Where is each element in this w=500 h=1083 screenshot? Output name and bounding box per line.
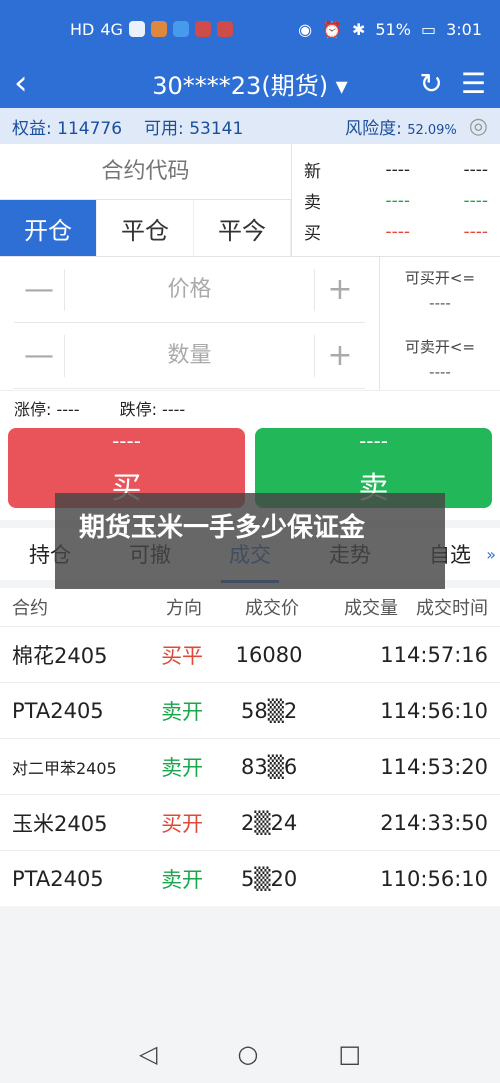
tab-close-today[interactable]: 平今 [194,200,291,256]
steppers: — 价格 + — 数量 + [0,257,380,390]
alarm-icon: ⏰ [322,19,342,39]
price-input[interactable]: 价格 [64,268,315,311]
app-notification-icon [128,21,145,37]
table-row[interactable]: 棉花2405 买平 16080 1 14:57:16 [0,626,500,682]
app-notification-icon [194,21,211,37]
app-notification-icon [150,21,167,37]
battery-icon: ▭ [420,19,437,39]
order-top: 开仓 平仓 平今 新 ---- ---- 卖 ---- ---- 买 ---- … [0,144,500,256]
contract-code-field[interactable] [0,144,291,200]
app-notification-icon [172,21,189,37]
table-row[interactable]: 玉米2405 买开 2▒24 2 14:33:50 [0,794,500,850]
chevron-left-icon[interactable]: ‹ [14,63,44,103]
price-minus-button[interactable]: — [14,272,64,307]
trade-table-body: 棉花2405 买平 16080 1 14:57:16 PTA2405 卖开 58… [0,626,500,906]
list-menu-icon[interactable]: ☰ [461,67,486,100]
account-summary: 权益: 114776 可用: 53141 风险度: 52.09% ◎ [0,108,500,144]
refresh-icon[interactable]: ↻ [419,67,442,100]
network-badge: 4G [100,19,123,39]
limit-down: 跌停: ---- [119,399,186,419]
nav-back-icon[interactable]: ◁ [139,1040,157,1068]
quantity-input[interactable]: 数量 [64,334,315,377]
available-volume: 可买开<= ---- 可卖开<= ---- [380,257,500,390]
limit-prices: 涨停: ---- 跌停: ---- [0,390,500,424]
eye-icon[interactable]: ◎ [469,114,488,139]
quantity-stepper: — 数量 + [14,323,365,389]
position-type-tabs: 开仓 平仓 平今 [0,200,291,256]
nav-home-icon[interactable]: ○ [237,1040,258,1068]
price-plus-button[interactable]: + [315,272,365,307]
quantity-minus-button[interactable]: — [14,338,64,373]
can-buy-value: ---- [429,294,451,312]
can-sell-value: ---- [429,363,451,381]
quote-row-last: 新 ---- ---- [304,159,488,183]
overlay-caption: 期货玉米一手多少保证金 [55,493,445,589]
eye-icon: ◉ [298,19,313,39]
risk-ratio: 风险度: 52.09% [345,118,457,139]
tab-close[interactable]: 平仓 [97,200,194,256]
more-tabs-icon[interactable]: » [486,545,496,564]
app-notification-icon [216,21,233,37]
system-nav-bar: ◁ ○ □ [0,1025,500,1083]
nav-recent-icon[interactable]: □ [338,1040,361,1068]
can-buy-label: 可买开<= [404,269,476,287]
equity: 权益: 114776 [12,118,123,139]
table-row[interactable]: PTA2405 卖开 58▒2 1 14:56:10 [0,682,500,738]
table-row[interactable]: 对二甲苯2405 卖开 83▒6 1 14:53:20 [0,738,500,794]
table-row[interactable]: PTA2405 卖开 5▒20 1 10:56:10 [0,850,500,906]
contract-code-input[interactable] [0,159,291,184]
quantity-plus-button[interactable]: + [315,338,365,373]
limit-up: 涨停: ---- [14,399,80,419]
quote-panel: 新 ---- ---- 卖 ---- ---- 买 ---- ---- [292,144,500,256]
can-sell-label: 可卖开<= [404,338,476,356]
bluetooth-icon: ✱ [351,19,366,39]
clock: 3:01 [446,19,482,39]
status-left: HD 4G [70,20,233,39]
tab-open[interactable]: 开仓 [0,200,97,256]
quote-row-ask: 卖 ---- ---- [304,190,488,214]
status-bar: HD 4G ◉ ⏰ ✱ 51% ▭ 3:01 [0,0,500,58]
title-actions: ↻ ☰ [419,67,486,100]
quote-row-bid: 买 ---- ---- [304,221,488,245]
title-bar: ‹ 30****23(期货) ▾ ↻ ☰ [0,58,500,108]
battery-percent: 51% [375,19,411,39]
price-stepper: — 价格 + [14,257,365,323]
order-left: 开仓 平仓 平今 [0,144,292,256]
status-right: ◉ ⏰ ✱ 51% ▭ 3:01 [298,20,482,39]
sell-price: ---- [359,429,388,453]
available-funds: 可用: 53141 [144,118,244,139]
hd-badge: HD [70,19,95,39]
order-mid: — 价格 + — 数量 + 可买开<= ---- 可卖开<= ---- [0,256,500,390]
buy-price: ---- [112,429,141,453]
